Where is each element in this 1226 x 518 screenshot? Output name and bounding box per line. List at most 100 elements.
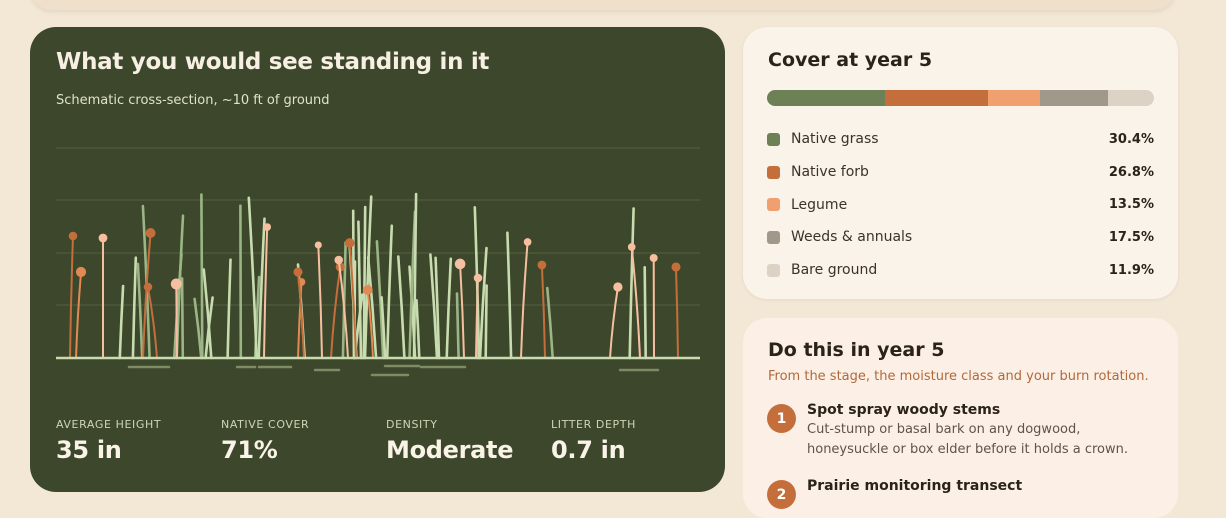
stat-value: 71% bbox=[221, 436, 309, 464]
forb-stem bbox=[632, 247, 640, 358]
gridlines bbox=[56, 148, 700, 305]
standing-view-card: What you would see standing in it Schema… bbox=[30, 27, 725, 492]
stat-litter-depth: LITTER DEPTH 0.7 in bbox=[551, 418, 636, 464]
seed-head bbox=[524, 238, 532, 246]
cover-bar-segment bbox=[767, 90, 885, 106]
todo-subtitle: From the stage, the moisture class and y… bbox=[768, 369, 1149, 384]
cover-legend: Native grass 30.4% Native forb 26.8% Leg… bbox=[767, 123, 1154, 286]
legend-item-native-grass: Native grass 30.4% bbox=[767, 123, 1154, 156]
seed-head bbox=[650, 254, 658, 262]
seed-head bbox=[613, 282, 622, 291]
step-title: Prairie monitoring transect bbox=[807, 478, 1022, 494]
forb-stem bbox=[70, 236, 73, 358]
grass-blade bbox=[120, 286, 123, 358]
cover-stacked-bar bbox=[767, 90, 1154, 106]
seed-head bbox=[293, 267, 302, 276]
stat-density: DENSITY Moderate bbox=[386, 418, 513, 464]
step-body: Spot spray woody stems Cut-stump or basa… bbox=[807, 404, 1132, 460]
todo-title: Do this in year 5 bbox=[768, 339, 944, 361]
legend-label: Bare ground bbox=[791, 262, 1109, 278]
stat-label: DENSITY bbox=[386, 418, 513, 431]
year-actions-card: Do this in year 5 From the stage, the mo… bbox=[743, 318, 1178, 518]
swatch bbox=[767, 133, 780, 146]
cover-title: Cover at year 5 bbox=[768, 49, 932, 71]
step-number-badge: 2 bbox=[767, 480, 796, 509]
seed-head bbox=[146, 228, 156, 238]
legend-label: Legume bbox=[791, 197, 1109, 213]
forb-stem bbox=[676, 267, 678, 358]
grass-blade bbox=[182, 278, 183, 358]
seed-head bbox=[363, 285, 373, 295]
stat-native-cover: NATIVE COVER 71% bbox=[221, 418, 309, 464]
step-body: Prairie monitoring transect bbox=[807, 480, 1022, 509]
seed-head bbox=[538, 261, 547, 270]
seed-head bbox=[171, 279, 182, 290]
grass-blade bbox=[201, 195, 202, 358]
forb-stem bbox=[176, 284, 177, 358]
standing-subtitle: Schematic cross-section, ~10 ft of groun… bbox=[56, 93, 330, 108]
forb-stem bbox=[318, 245, 322, 358]
grass-blade bbox=[387, 226, 392, 358]
stat-value: Moderate bbox=[386, 436, 513, 464]
grass-blade bbox=[645, 267, 646, 358]
legend-percent: 30.4% bbox=[1109, 132, 1154, 147]
cross-section-illustration bbox=[56, 137, 700, 407]
step-number-badge: 1 bbox=[767, 404, 796, 433]
plant-stems bbox=[69, 194, 681, 358]
previous-card-edge bbox=[30, 0, 1176, 10]
cover-bar-segment bbox=[988, 90, 1040, 106]
cover-bar-segment bbox=[1040, 90, 1108, 106]
step-item[interactable]: 2 Prairie monitoring transect bbox=[767, 480, 1022, 509]
legend-percent: 26.8% bbox=[1109, 165, 1154, 180]
seed-head bbox=[144, 283, 152, 291]
stat-label: LITTER DEPTH bbox=[551, 418, 636, 431]
forb-stem bbox=[264, 227, 267, 358]
seed-head bbox=[99, 234, 108, 243]
grass-blade bbox=[507, 233, 511, 358]
legend-label: Weeds & annuals bbox=[791, 229, 1109, 245]
seed-head bbox=[76, 267, 86, 277]
forb-stem bbox=[610, 287, 618, 358]
grass-blade bbox=[486, 286, 487, 358]
legend-percent: 11.9% bbox=[1109, 263, 1154, 278]
forb-stem bbox=[542, 265, 545, 358]
grass-blade bbox=[547, 288, 552, 358]
stat-average-height: AVERAGE HEIGHT 35 in bbox=[56, 418, 161, 464]
stat-value: 0.7 in bbox=[551, 436, 636, 464]
legend-label: Native forb bbox=[791, 164, 1109, 180]
litter-dashes bbox=[129, 366, 658, 375]
stat-label: NATIVE COVER bbox=[221, 418, 309, 431]
seed-head bbox=[671, 262, 680, 271]
grass-blade bbox=[228, 260, 231, 358]
stat-label: AVERAGE HEIGHT bbox=[56, 418, 161, 431]
grass-blade bbox=[457, 294, 459, 359]
step-item[interactable]: 1 Spot spray woody stems Cut-stump or ba… bbox=[767, 404, 1132, 460]
step-title: Spot spray woody stems bbox=[807, 402, 1132, 418]
grass-blade bbox=[630, 208, 634, 358]
seed-head bbox=[315, 241, 322, 248]
grass-blade bbox=[417, 300, 420, 358]
grass-blade bbox=[138, 264, 142, 358]
step-description: Cut-stump or basal bark on any dogwood, … bbox=[807, 420, 1132, 460]
grass-blade bbox=[398, 257, 404, 358]
grass-blade bbox=[249, 198, 257, 358]
legend-item-bare-ground: Bare ground 11.9% bbox=[767, 254, 1154, 287]
grass-blade bbox=[195, 299, 202, 358]
swatch bbox=[767, 198, 780, 211]
forb-stem bbox=[460, 264, 464, 358]
standing-title: What you would see standing in it bbox=[56, 49, 489, 75]
seed-head bbox=[69, 232, 78, 241]
swatch bbox=[767, 264, 780, 277]
legend-percent: 13.5% bbox=[1109, 197, 1154, 212]
grass-blade bbox=[447, 259, 451, 358]
seed-head bbox=[345, 238, 355, 248]
cover-bar-segment bbox=[885, 90, 989, 106]
legend-item-legume: Legume 13.5% bbox=[767, 188, 1154, 221]
cover-card: Cover at year 5 Native grass 30.4% Nativ… bbox=[743, 27, 1178, 299]
seed-head bbox=[263, 223, 271, 231]
stat-value: 35 in bbox=[56, 436, 161, 464]
legend-label: Native grass bbox=[791, 131, 1109, 147]
swatch bbox=[767, 166, 780, 179]
seed-head bbox=[474, 274, 483, 283]
legend-item-native-forb: Native forb 26.8% bbox=[767, 156, 1154, 189]
